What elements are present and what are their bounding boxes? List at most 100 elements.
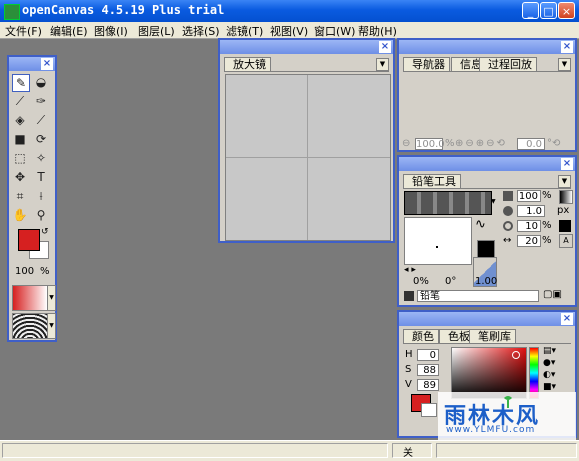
- pencil-close-button[interactable]: ×: [561, 158, 573, 170]
- status-bar: 关: [0, 440, 579, 461]
- airbrush-icon[interactable]: ✑: [33, 93, 49, 109]
- menu-help[interactable]: 帮助(H): [358, 23, 397, 39]
- menu-edit[interactable]: 编辑(E): [50, 23, 88, 39]
- menu-select[interactable]: 选择(S): [182, 23, 220, 39]
- density-icon: [503, 221, 513, 231]
- menu-filter[interactable]: 滤镜(T): [226, 23, 263, 39]
- rotate-icon[interactable]: ⟳: [33, 131, 49, 147]
- pressure-value: 1.00: [475, 276, 498, 287]
- brush-preset-dropdown[interactable]: ▼: [491, 191, 498, 213]
- color-mode-icons[interactable]: ▤▾ ●▾ ◐▾ ■▾: [543, 345, 556, 393]
- v-value[interactable]: 89: [417, 379, 439, 391]
- menu-layer[interactable]: 图层(L): [138, 23, 175, 39]
- pencil-tool-panel: × 铅笔工具 ▼ ▼ ∿ ◂ ▸ 0% 0° 1.00 铅笔 ▢▣ 100 % …: [397, 155, 577, 307]
- size-icon: [503, 191, 513, 201]
- tab-navigator[interactable]: 导航器: [403, 57, 450, 71]
- tab-pencil-tool[interactable]: 铅笔工具: [403, 174, 461, 188]
- size-mode-icon[interactable]: [559, 190, 573, 204]
- eyedropper-icon[interactable]: ⟊: [33, 188, 49, 204]
- navigator-zoom-unit: %: [445, 138, 455, 149]
- magic-wand-icon[interactable]: ✧: [33, 150, 49, 166]
- toolbox-zoom-unit: %: [40, 266, 50, 277]
- magnifier-menu-button[interactable]: ▼: [376, 58, 389, 71]
- curve-icon[interactable]: ∿: [475, 217, 486, 232]
- menu-view[interactable]: 视图(V): [270, 23, 308, 39]
- tab-color[interactable]: 颜色: [403, 329, 439, 343]
- thickness-value[interactable]: 1.0: [517, 205, 545, 217]
- move-icon[interactable]: ✥: [12, 169, 28, 185]
- h-value[interactable]: 0: [417, 349, 439, 361]
- watermark-url: www.YLMFU.com: [446, 425, 536, 435]
- toolbox-close-button[interactable]: ×: [41, 58, 53, 70]
- tool-name-field[interactable]: 铅笔: [417, 290, 539, 302]
- antialias-icon[interactable]: A: [559, 234, 573, 248]
- select-rect-icon[interactable]: ⬚: [12, 150, 28, 166]
- toolbox-zoom-value: 100: [15, 266, 35, 277]
- texture-preview[interactable]: [12, 313, 48, 339]
- size-value[interactable]: 100: [517, 190, 541, 202]
- color-close-button[interactable]: ×: [561, 313, 573, 325]
- rect-fill-icon[interactable]: ■: [12, 131, 28, 147]
- thickness-unit: px: [557, 205, 570, 216]
- magnifier-close-button[interactable]: ×: [379, 41, 391, 53]
- tab-history-playback[interactable]: 过程回放: [479, 57, 537, 71]
- toolbox-panel: × ✎ ◒ ⟋ ✑ ◈ ⟋ ■ ⟳ ⬚ ✧ ✥ T ⌗ ⟊ ✋ ⚲ ↺ 100 …: [7, 55, 57, 342]
- crop-icon[interactable]: ⌗: [12, 188, 28, 204]
- navigator-zoom-buttons[interactable]: ⊕⊖⊕⊖⟲: [455, 138, 507, 149]
- magnifier-view: [225, 74, 391, 241]
- swap-colors-icon[interactable]: ↺: [41, 227, 49, 237]
- menu-file[interactable]: 文件(F): [5, 23, 42, 39]
- gradient-preview[interactable]: [12, 285, 48, 311]
- tab-brush-library[interactable]: 笔刷库: [469, 329, 516, 343]
- thickness-icon: [503, 206, 513, 216]
- v-label: V: [405, 379, 412, 390]
- pencil-menu-button[interactable]: ▼: [558, 175, 571, 188]
- texture-dropdown[interactable]: ▼: [47, 313, 56, 339]
- density-unit: %: [542, 220, 552, 231]
- text-icon[interactable]: T: [33, 169, 49, 185]
- pressure-angle-value: 0°: [445, 276, 457, 287]
- navigator-zoom-value[interactable]: 100.0: [415, 138, 445, 150]
- brush-preset-strip[interactable]: [404, 191, 492, 215]
- s-label: S: [405, 364, 412, 375]
- navigator-zoom-out-icon[interactable]: ⊖: [402, 138, 410, 149]
- pencil-color-swatch[interactable]: [477, 240, 495, 258]
- navigator-panel: × 导航器 信息 过程回放 ▼ ⊖ 100.0 % ⊕⊖⊕⊖⟲ 0.0 °⟲: [397, 38, 577, 152]
- save-preset-icon[interactable]: ▢▣: [543, 289, 562, 300]
- eraser-icon[interactable]: ◒: [33, 74, 49, 90]
- minimize-button[interactable]: _: [522, 2, 539, 19]
- knife-icon[interactable]: ⟋: [33, 112, 49, 128]
- size-unit: %: [542, 190, 552, 201]
- tab-magnifier[interactable]: 放大镜: [224, 57, 271, 71]
- window-title: openCanvas 4.5.19 Plus trial: [22, 3, 225, 17]
- menu-image[interactable]: 图像(I): [94, 23, 128, 39]
- color-secondary-swatch[interactable]: [421, 403, 437, 417]
- navigator-menu-button[interactable]: ▼: [558, 58, 571, 71]
- spacing-unit: %: [542, 235, 552, 246]
- menu-bar: 文件(F) 编辑(E) 图像(I) 图层(L) 选择(S) 滤镜(T) 视图(V…: [0, 22, 579, 39]
- spacing-value[interactable]: 20: [517, 235, 541, 247]
- title-bar: openCanvas 4.5.19 Plus trial _ □ ×: [0, 0, 579, 22]
- navigator-angle-value[interactable]: 0.0: [517, 138, 545, 150]
- density-value[interactable]: 10: [517, 220, 541, 232]
- brush-stroke-preview: [404, 217, 472, 265]
- pressure-handles-icon[interactable]: ◂ ▸: [404, 265, 416, 275]
- app-icon: [4, 4, 20, 20]
- close-button[interactable]: ×: [558, 2, 575, 19]
- maximize-button[interactable]: □: [540, 2, 557, 19]
- tool-name-icon: [404, 291, 414, 301]
- menu-window[interactable]: 窗口(W): [314, 23, 355, 39]
- brush-icon[interactable]: ⟋: [12, 93, 28, 109]
- status-text: 关: [403, 448, 413, 459]
- watermark-logo: 雨林木风 www.YLMFU.com: [438, 392, 576, 440]
- h-label: H: [405, 349, 413, 360]
- pencil-icon[interactable]: ✎: [12, 74, 30, 92]
- density-mode-icon[interactable]: [559, 220, 571, 232]
- magnifier-icon[interactable]: ⚲: [33, 207, 49, 223]
- dropper-fill-icon[interactable]: ◈: [12, 112, 28, 128]
- gradient-dropdown[interactable]: ▼: [47, 285, 56, 311]
- hand-icon[interactable]: ✋: [12, 207, 28, 223]
- navigator-close-button[interactable]: ×: [561, 41, 573, 53]
- navigator-reset-icon[interactable]: °⟲: [547, 138, 560, 149]
- s-value[interactable]: 88: [417, 364, 439, 376]
